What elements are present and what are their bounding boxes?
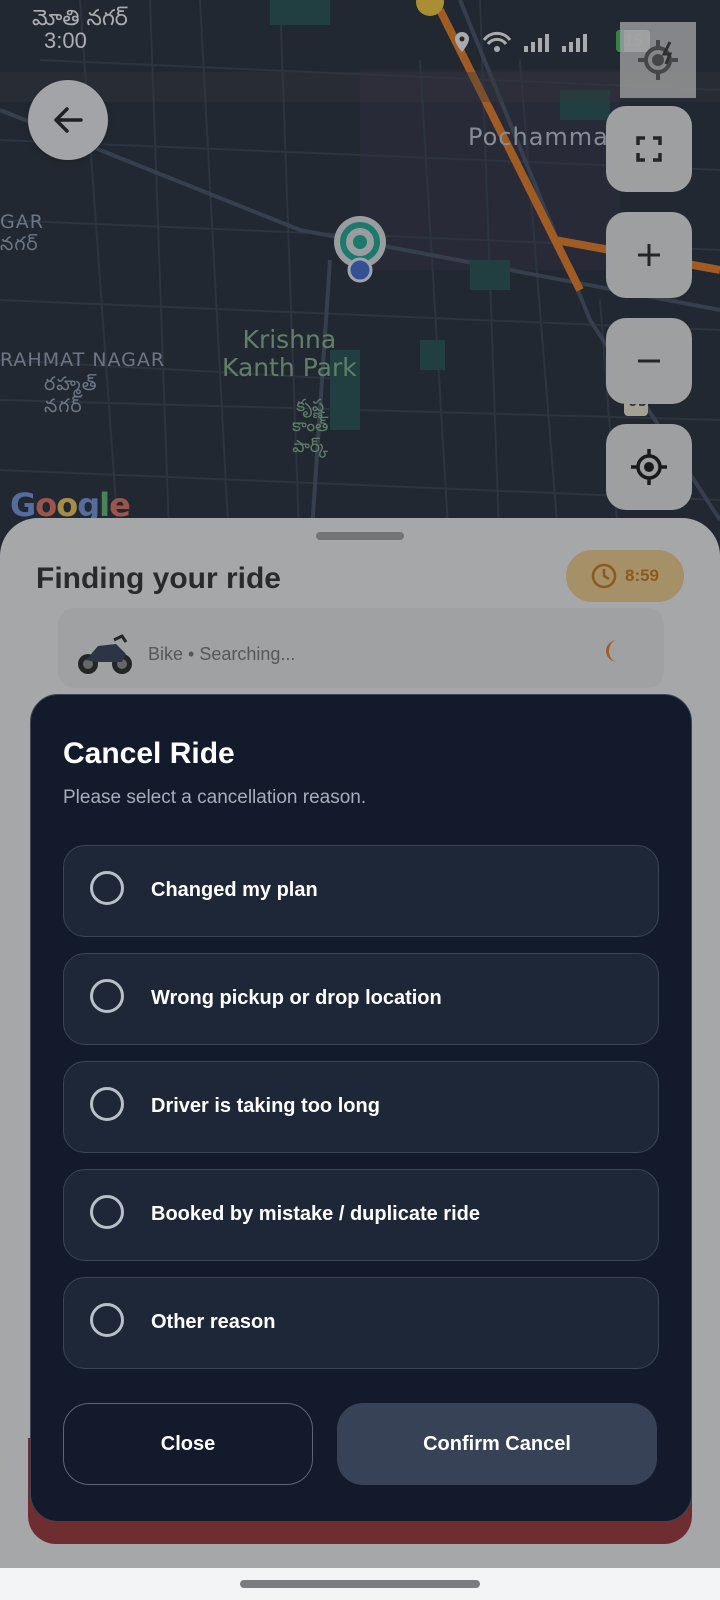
reason-label: Booked by mistake / duplicate ride <box>151 1203 480 1225</box>
reason-option[interactable]: Other reason <box>63 1277 659 1369</box>
reason-option[interactable]: Changed my plan <box>63 845 659 937</box>
reason-label: Changed my plan <box>151 879 318 901</box>
confirm-cancel-button[interactable]: Confirm Cancel <box>337 1403 657 1485</box>
dialog-title: Cancel Ride <box>63 737 235 770</box>
cancel-ride-dialog: Cancel Ride Please select a cancellation… <box>30 694 692 1522</box>
reason-option[interactable]: Wrong pickup or drop location <box>63 953 659 1045</box>
reason-label: Driver is taking too long <box>151 1095 380 1117</box>
radio-button[interactable] <box>90 1303 124 1337</box>
dialog-subtitle: Please select a cancellation reason. <box>63 787 367 808</box>
radio-button[interactable] <box>90 1195 124 1229</box>
radio-button[interactable] <box>90 871 124 905</box>
reason-label: Wrong pickup or drop location <box>151 987 442 1009</box>
home-gesture-handle[interactable] <box>240 1580 480 1588</box>
radio-button[interactable] <box>90 979 124 1013</box>
system-nav-bar <box>0 1568 720 1600</box>
reason-option[interactable]: Driver is taking too long <box>63 1061 659 1153</box>
radio-button[interactable] <box>90 1087 124 1121</box>
reason-option[interactable]: Booked by mistake / duplicate ride <box>63 1169 659 1261</box>
close-button[interactable]: Close <box>63 1403 313 1485</box>
reason-label: Other reason <box>151 1311 276 1333</box>
